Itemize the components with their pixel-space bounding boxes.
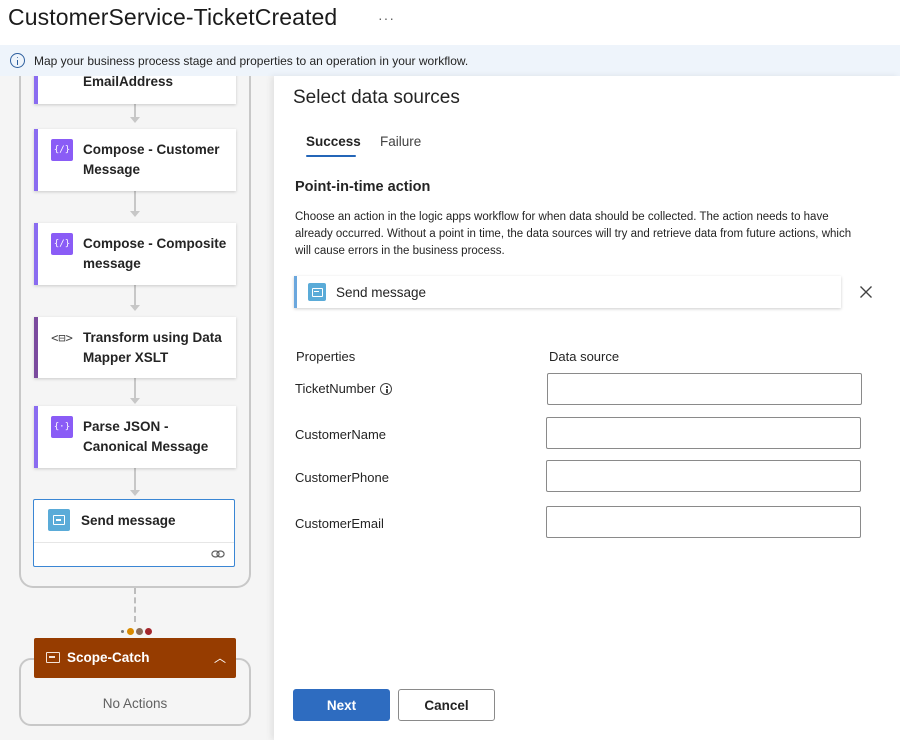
section-title: Point-in-time action	[295, 179, 431, 195]
info-icon	[10, 53, 25, 68]
info-icon[interactable]	[380, 383, 393, 395]
panel-title: Select data sources	[293, 87, 460, 108]
next-button[interactable]: Next	[293, 689, 390, 721]
connector-arrow	[130, 398, 140, 404]
workflow-canvas: EmailAddress {/} Compose - Customer Mess…	[0, 76, 274, 740]
node-label: Parse JSON - Canonical Message	[83, 419, 209, 454]
node-label: Send message	[81, 513, 176, 528]
property-label-customer-email: CustomerEmail	[295, 516, 384, 531]
status-dot-failed	[145, 628, 152, 635]
node-label: EmailAddress	[83, 76, 174, 89]
cancel-button[interactable]: Cancel	[398, 689, 495, 721]
status-dot-small	[121, 630, 124, 633]
empty-scope-text: No Actions	[102, 696, 168, 711]
node-label: Compose - Customer Message	[83, 142, 220, 177]
point-in-time-action[interactable]: Send message	[294, 276, 841, 308]
customer-phone-data-source-input[interactable]	[546, 460, 861, 492]
connector-arrow	[130, 117, 140, 123]
tab-success[interactable]: Success	[306, 134, 361, 149]
workflow-node-compose-customer-message[interactable]: {/} Compose - Customer Message	[34, 129, 236, 191]
compose-icon: {/}	[51, 233, 73, 255]
status-dot-skipped	[127, 628, 134, 635]
scope-icon	[46, 652, 60, 663]
property-label-customer-name: CustomerName	[295, 427, 387, 442]
workflow-node-email-address[interactable]: EmailAddress	[34, 76, 236, 104]
node-divider	[34, 542, 234, 543]
status-dot-timedout	[136, 628, 143, 635]
connector-arrow	[130, 305, 140, 311]
tab-failure[interactable]: Failure	[380, 134, 421, 149]
property-label-ticket-number: TicketNumber	[295, 381, 393, 396]
service-bus-icon	[48, 509, 70, 531]
parse-json-icon: {⋅}	[51, 416, 73, 438]
ticket-number-data-source-input[interactable]	[547, 373, 862, 405]
info-banner: Map your business process stage and prop…	[0, 45, 900, 76]
column-header-properties: Properties	[296, 349, 356, 364]
property-label-customer-phone: CustomerPhone	[295, 470, 389, 485]
customer-name-data-source-input[interactable]	[546, 417, 861, 449]
connector	[134, 378, 136, 400]
run-after-connector	[134, 588, 136, 622]
connector	[134, 191, 136, 213]
node-label: Transform using Data Mapper XSLT	[83, 330, 222, 365]
workflow-node-compose-composite-message[interactable]: {/} Compose - Composite message	[34, 223, 236, 285]
node-label: Compose - Composite message	[83, 236, 227, 271]
connector-arrow	[130, 490, 140, 496]
scope-catch-header[interactable]: Scope-Catch ︿	[34, 638, 236, 678]
data-sources-panel: Select data sources Success Failure Poin…	[274, 76, 900, 740]
workflow-node-parse-json[interactable]: {⋅} Parse JSON - Canonical Message	[34, 406, 236, 468]
close-icon[interactable]	[858, 284, 874, 300]
chevron-up-icon[interactable]: ︿	[214, 649, 226, 666]
connector	[134, 285, 136, 307]
data-mapper-icon: <⊟>	[51, 331, 73, 345]
scope-catch-label: Scope-Catch	[67, 650, 150, 665]
action-label: Send message	[336, 285, 427, 300]
more-options-icon[interactable]: ···	[378, 10, 395, 26]
section-description: Choose an action in the logic apps workf…	[295, 211, 852, 257]
tab-selected-indicator	[306, 155, 356, 157]
column-header-data-source: Data source	[549, 349, 620, 364]
customer-email-data-source-input[interactable]	[546, 506, 861, 538]
workflow-node-send-message[interactable]: Send message	[33, 499, 235, 567]
workflow-node-transform-xslt[interactable]: <⊟> Transform using Data Mapper XSLT	[34, 317, 236, 378]
info-banner-text: Map your business process stage and prop…	[34, 54, 469, 68]
send-message-icon	[308, 283, 326, 301]
page-title: CustomerService-TicketCreated	[8, 4, 338, 30]
link-icon[interactable]	[211, 549, 225, 559]
connector-arrow	[130, 211, 140, 217]
compose-icon: {/}	[51, 139, 73, 161]
connector	[134, 468, 136, 492]
